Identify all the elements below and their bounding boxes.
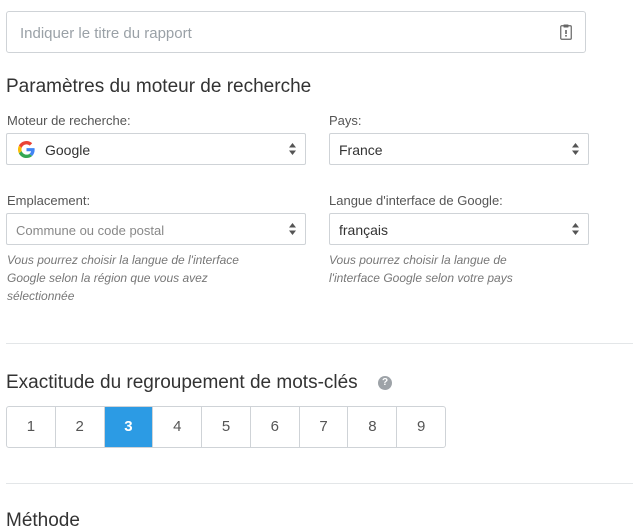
select-arrows-icon [572,143,579,155]
country-label: Pays: [329,113,362,128]
search-engine-select[interactable]: Google [6,133,306,165]
accuracy-option-8[interactable]: 8 [348,407,398,447]
report-title-input[interactable] [18,12,552,54]
accuracy-segmented-control[interactable]: 1 2 3 4 5 6 7 8 9 [6,406,446,448]
accuracy-option-9[interactable]: 9 [397,407,445,447]
clipboard-icon[interactable] [560,24,572,40]
select-arrows-icon [572,223,579,235]
location-hint-line: Google selon la région que vous avez [7,271,208,285]
location-hint-line: Vous pourrez choisir la langue de l'inte… [7,253,239,267]
accuracy-option-2[interactable]: 2 [56,407,105,447]
interface-language-hint-line: Vous pourrez choisir la langue de [329,253,507,267]
keyword-grouping-accuracy-title: Exactitude du regroupement de mots-clés [6,372,358,393]
location-placeholder: Commune ou code postal [16,223,165,238]
country-select[interactable]: France [329,133,589,165]
accuracy-option-6[interactable]: 6 [251,407,300,447]
location-select[interactable]: Commune ou code postal [6,213,306,245]
engine-settings-title: Paramètres du moteur de recherche [6,76,312,97]
section-divider [6,343,633,344]
search-engine-label: Moteur de recherche: [7,113,131,128]
interface-language-hint-line: l'interface Google selon votre pays [329,271,513,285]
report-title-field[interactable] [6,11,586,54]
location-label: Emplacement: [7,193,91,208]
accuracy-option-1[interactable]: 1 [7,407,56,447]
interface-language-hint: Vous pourrez choisir la langue de l'inte… [329,251,513,287]
help-icon[interactable]: ? [378,376,392,390]
accuracy-option-5[interactable]: 5 [202,407,251,447]
accuracy-option-4[interactable]: 4 [153,407,203,447]
location-hint: Vous pourrez choisir la langue de l'inte… [7,251,239,305]
interface-language-value: français [339,222,389,238]
country-value: France [339,142,383,158]
interface-language-label: Langue d'interface de Google: [329,193,503,208]
accuracy-option-3[interactable]: 3 [104,407,154,447]
google-g-icon [18,141,35,158]
select-arrows-icon [289,223,296,235]
section-divider [6,483,633,484]
interface-language-select[interactable]: français [329,213,589,245]
search-engine-value: Google [45,142,91,158]
location-hint-line: sélectionnée [7,289,75,303]
select-arrows-icon [289,143,296,155]
accuracy-option-7[interactable]: 7 [300,407,349,447]
method-title: Méthode [6,510,80,531]
